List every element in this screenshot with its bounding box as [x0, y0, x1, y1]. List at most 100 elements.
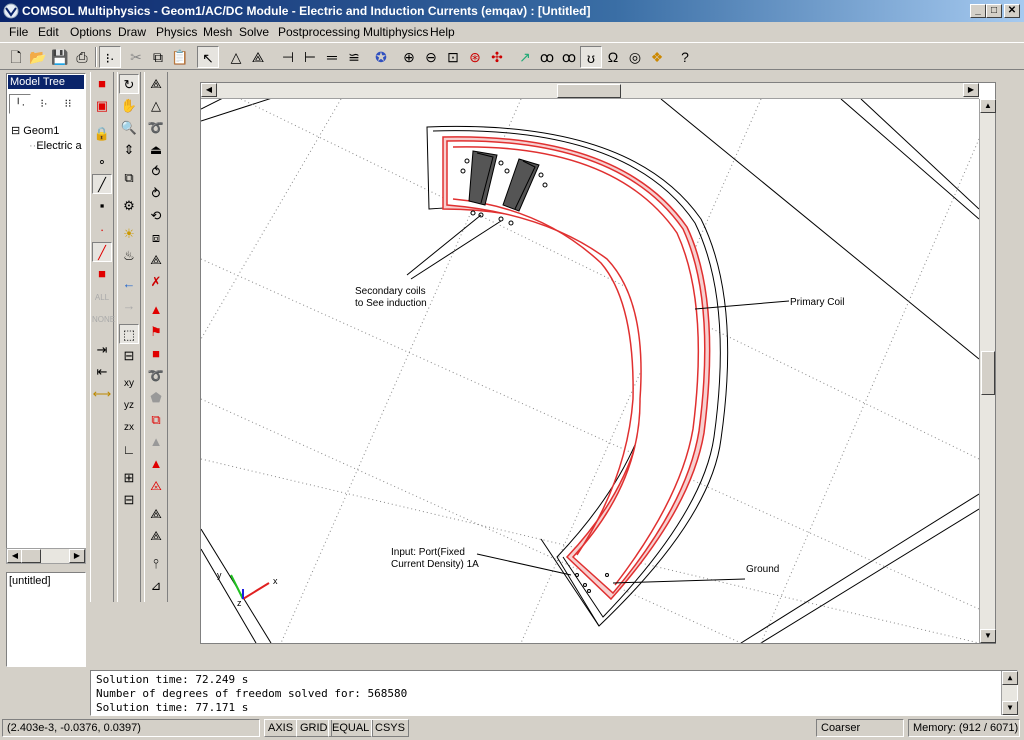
menu-postprocessing[interactable]: Postprocessing: [278, 25, 360, 39]
grid-toggle-button[interactable]: GRID: [296, 719, 332, 737]
solver-icon[interactable]: ʊ: [580, 46, 602, 68]
menu-file[interactable]: File: [9, 25, 28, 39]
tree-node-geom1[interactable]: ⊟ Geom1: [11, 124, 59, 137]
view-xy-icon[interactable]: xy: [119, 374, 139, 394]
tree-node-electric[interactable]: ··Electric a: [29, 140, 85, 152]
revolve-icon[interactable]: ⥀: [146, 162, 166, 182]
box-view-icon[interactable]: ⬚: [119, 324, 139, 344]
gray-shape-icon[interactable]: ⬟: [146, 388, 166, 408]
red-flag-icon[interactable]: ⚑: [146, 322, 166, 342]
tree-horizontal-scrollbar[interactable]: ◀ ▶: [6, 548, 86, 564]
model-tree-icon[interactable]: ⁝·: [99, 46, 121, 68]
menu-help[interactable]: Help: [430, 25, 455, 39]
select-none-icon[interactable]: NONE: [92, 310, 115, 330]
equation-icon[interactable]: ═: [321, 46, 343, 68]
camera-icon[interactable]: ⚙: [119, 196, 139, 216]
scroll-up-icon[interactable]: ▲: [1002, 671, 1018, 685]
open-icon[interactable]: 📂: [27, 46, 49, 68]
undo-view-icon[interactable]: ←: [119, 274, 139, 294]
zoom-extents-icon[interactable]: ⊛: [464, 46, 486, 68]
paste-icon[interactable]: 📋: [169, 46, 191, 68]
view-3d-icon[interactable]: ∟: [119, 440, 139, 460]
light-icon[interactable]: ☀: [119, 224, 139, 244]
red-point-icon[interactable]: ∙: [92, 220, 112, 240]
face-icon[interactable]: ▪: [92, 196, 112, 216]
mesh-refine-icon[interactable]: ⟁: [247, 46, 269, 68]
export-icon[interactable]: ⇥: [92, 340, 112, 360]
ohm-icon[interactable]: Ω: [602, 46, 624, 68]
wireframe-icon[interactable]: ⊟: [119, 346, 139, 366]
help-icon[interactable]: ?: [674, 46, 696, 68]
gray-triangle-icon[interactable]: ▲: [146, 432, 166, 452]
scroll-left-icon[interactable]: ◀: [201, 83, 217, 97]
maximize-button[interactable]: □: [986, 4, 1002, 18]
menu-options[interactable]: Options: [70, 25, 111, 39]
geometry-view[interactable]: [201, 99, 979, 643]
point-icon[interactable]: ∘: [92, 152, 112, 172]
mesh-color-icon[interactable]: ❖: [646, 46, 668, 68]
animate-icon[interactable]: ꝏ: [536, 46, 558, 68]
notes-panel[interactable]: [untitled]: [6, 572, 86, 667]
red-group-icon[interactable]: ⧉: [146, 410, 166, 430]
delete-shape-icon[interactable]: ✗: [146, 272, 166, 292]
disabled-sweep-icon[interactable]: ➰: [146, 366, 166, 386]
coerce-icon[interactable]: ⟁: [146, 526, 166, 546]
menu-solve[interactable]: Solve: [239, 25, 269, 39]
menu-draw[interactable]: Draw: [118, 25, 146, 39]
cone-icon[interactable]: ⟁: [146, 74, 166, 94]
sphere-icon[interactable]: ◎: [624, 46, 646, 68]
red-triangle-icon[interactable]: ▲: [146, 300, 166, 320]
point-mode-icon[interactable]: ■: [92, 74, 112, 94]
scroll-right-icon[interactable]: ▶: [69, 549, 85, 563]
object-mode-icon[interactable]: ▣: [92, 96, 112, 116]
zoom-window-icon[interactable]: ⊡: [442, 46, 464, 68]
view-select-icon[interactable]: ⧉: [119, 168, 139, 188]
rotate-icon[interactable]: ↻: [119, 74, 139, 94]
select-all-icon[interactable]: ALL: [92, 288, 112, 308]
scroll-thumb[interactable]: [981, 351, 995, 395]
tree-view-mesh-button[interactable]: ⁝⁝: [57, 94, 79, 114]
tetra-icon[interactable]: ⟁: [146, 250, 166, 270]
drawing-area[interactable]: ◀ ▶ ▲ ▼ Secondary coils to See induction…: [200, 82, 996, 644]
scroll-right-icon[interactable]: ▶: [963, 83, 979, 97]
deformed-icon[interactable]: ꝏ: [558, 46, 580, 68]
triangle-icon[interactable]: △: [146, 96, 166, 116]
measure-icon[interactable]: ⟷: [92, 384, 112, 404]
scroll-thumb[interactable]: [557, 84, 621, 98]
view-yz-icon[interactable]: yz: [119, 396, 139, 416]
zoom-out-icon[interactable]: ⊖: [420, 46, 442, 68]
work-plane-off-icon[interactable]: ⊟: [119, 490, 139, 510]
move-icon[interactable]: ✣: [486, 46, 508, 68]
tree-view-geometry-button[interactable]: ╵·: [9, 94, 31, 114]
log-window[interactable]: Solution time: 72.249 s Number of degree…: [90, 670, 1018, 716]
print-icon[interactable]: ⎙: [71, 46, 93, 68]
boundary-settings-icon[interactable]: ⊣: [277, 46, 299, 68]
lock-icon[interactable]: 🔒: [92, 124, 112, 144]
zoom-icon[interactable]: 🔍: [119, 118, 139, 138]
red-square-icon[interactable]: ■: [146, 344, 166, 364]
embed-icon[interactable]: ⧈: [146, 228, 166, 248]
helix-icon[interactable]: ➰: [146, 118, 166, 138]
mesh-triangle-icon[interactable]: △: [225, 46, 247, 68]
red-mesh-triangle-icon[interactable]: ▲: [146, 454, 166, 474]
scroll-thumb[interactable]: [21, 549, 41, 563]
menu-mesh[interactable]: Mesh: [203, 25, 232, 39]
red-cross-triangle-icon[interactable]: ⨻: [146, 476, 166, 496]
cut-icon[interactable]: ✂: [125, 46, 147, 68]
scroll-down-icon[interactable]: ▼: [1002, 701, 1018, 715]
menu-physics[interactable]: Physics: [156, 25, 197, 39]
solve-icon[interactable]: ✪: [370, 46, 392, 68]
prism-icon[interactable]: ⏏: [146, 140, 166, 160]
select-icon[interactable]: ↖: [197, 46, 219, 68]
minimize-button[interactable]: _: [970, 4, 986, 18]
scalar-expression-icon[interactable]: ≌: [343, 46, 365, 68]
pan-icon[interactable]: ✋: [119, 96, 139, 116]
tree-expander-icon[interactable]: ⊟: [11, 125, 20, 137]
sweep-icon[interactable]: ⥁: [146, 184, 166, 204]
close-button[interactable]: ✕: [1004, 4, 1020, 18]
red-face-icon[interactable]: ■: [92, 264, 112, 284]
view-zx-icon[interactable]: zx: [119, 418, 139, 438]
dolly-icon[interactable]: ⇕: [119, 140, 139, 160]
scroll-down-icon[interactable]: ▼: [980, 629, 996, 643]
new-icon[interactable]: 🗋: [5, 46, 27, 68]
